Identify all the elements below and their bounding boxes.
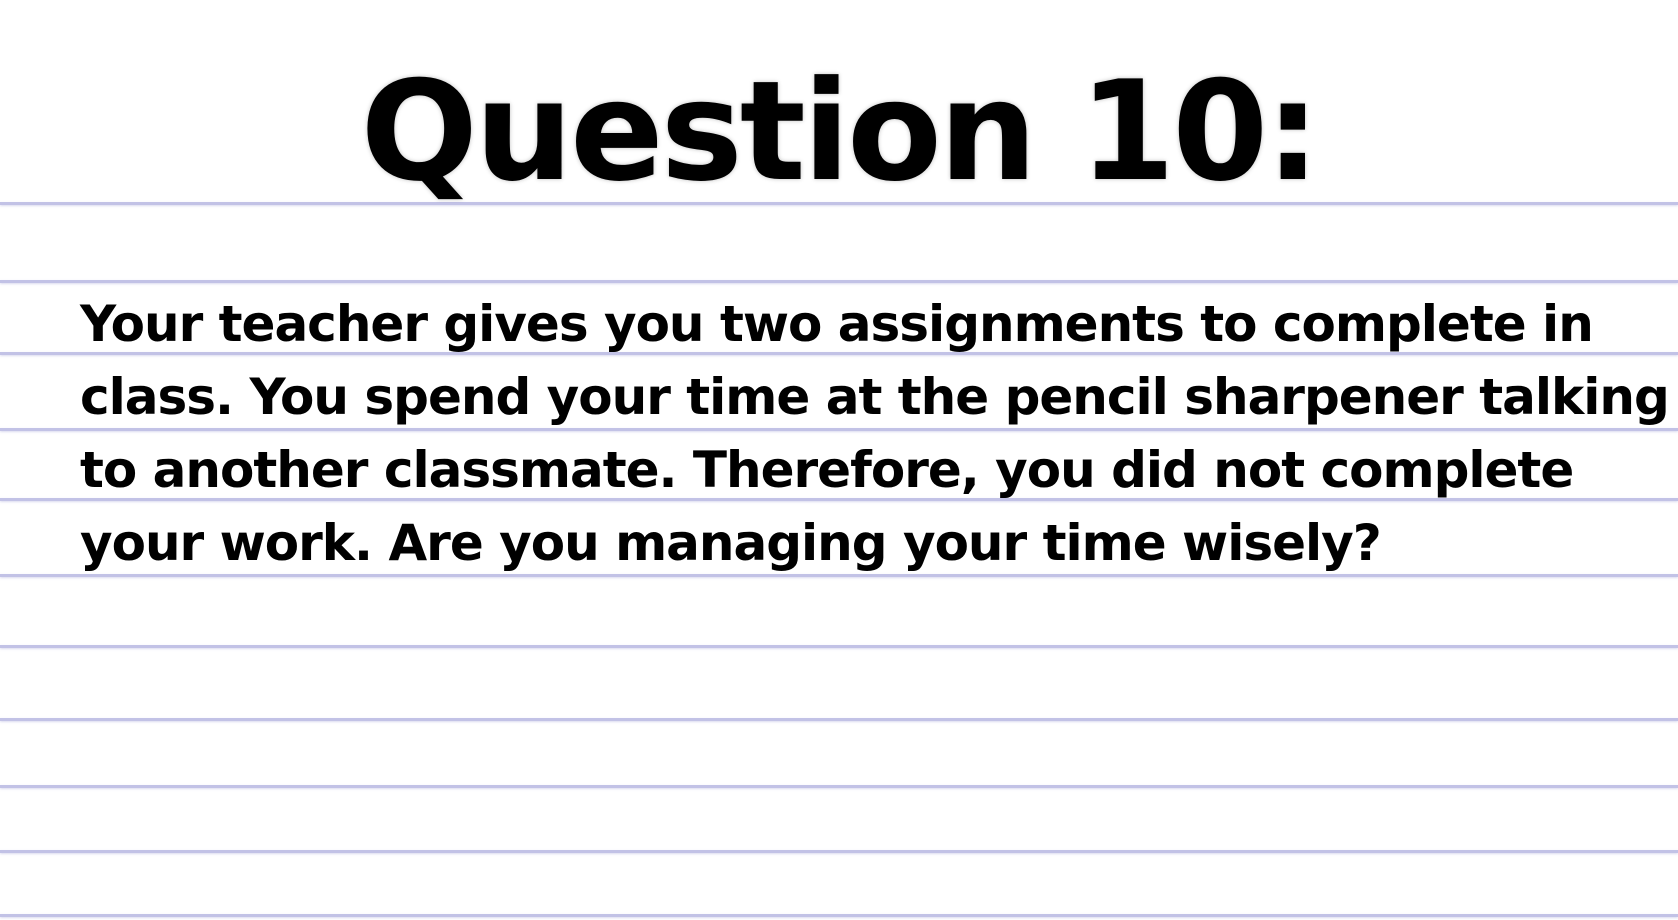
question-line: your work. Are you managing your time wi… bbox=[80, 514, 1382, 572]
question-line: to another classmate. Therefore, you did… bbox=[80, 441, 1574, 499]
rule-line bbox=[0, 785, 1678, 788]
notebook-slide: Question 10: Your teacher gives you two … bbox=[0, 0, 1678, 920]
question-line: Your teacher gives you two assignments t… bbox=[80, 295, 1594, 353]
question-text: Your teacher gives you two assignments t… bbox=[80, 288, 1670, 580]
rule-line bbox=[0, 850, 1678, 853]
rule-line bbox=[0, 280, 1678, 283]
rule-line bbox=[0, 914, 1678, 917]
question-line: class. You spend your time at the pencil… bbox=[80, 368, 1670, 426]
rule-line bbox=[0, 718, 1678, 721]
rule-line bbox=[0, 645, 1678, 648]
slide-title: Question 10: bbox=[360, 51, 1321, 212]
